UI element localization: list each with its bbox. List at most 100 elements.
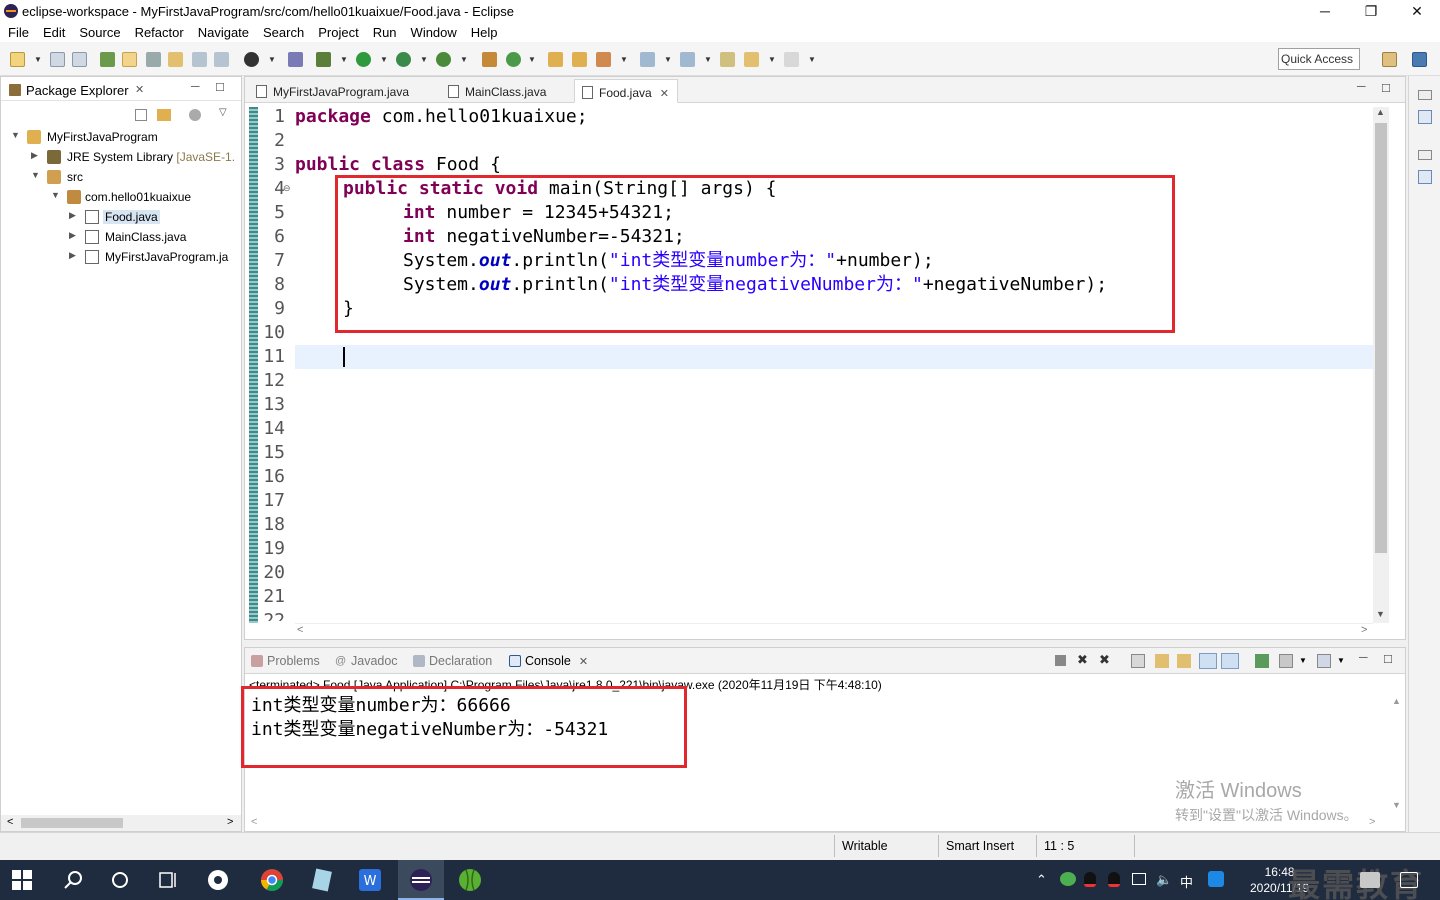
- vertical-scrollbar[interactable]: ▲ ▼: [1389, 696, 1405, 816]
- chevron-up-icon[interactable]: ⌃: [1036, 872, 1047, 888]
- toggle-icon[interactable]: [146, 52, 161, 67]
- chevron-down-icon[interactable]: ▼: [1376, 609, 1385, 619]
- notification-app-icon[interactable]: [1360, 872, 1380, 888]
- chevron-down-icon[interactable]: ▼: [268, 55, 276, 64]
- task-view-icon[interactable]: [108, 868, 132, 892]
- chevron-down-icon[interactable]: ▼: [528, 55, 536, 64]
- debug-icon[interactable]: [244, 52, 259, 67]
- tree-item-src[interactable]: ▼ src: [9, 168, 239, 186]
- chevron-down-icon[interactable]: ▼: [1299, 656, 1307, 665]
- chevron-down-icon[interactable]: ▼: [51, 190, 60, 200]
- collapse-all-icon[interactable]: [135, 109, 147, 121]
- terminate-icon[interactable]: [1055, 655, 1066, 666]
- outline-icon[interactable]: [1418, 110, 1432, 124]
- remove-all-icon[interactable]: ✖: [1099, 652, 1110, 668]
- maximize-view-icon[interactable]: ☐: [1383, 653, 1393, 666]
- save-icon[interactable]: [50, 52, 65, 67]
- menu-search[interactable]: Search: [255, 22, 310, 40]
- chevron-down-icon[interactable]: ▼: [11, 130, 20, 140]
- fold-icon[interactable]: ⊖: [283, 183, 291, 194]
- close-icon[interactable]: ✕: [135, 83, 144, 96]
- minimize-button[interactable]: ─: [1302, 0, 1348, 22]
- menu-navigate[interactable]: Navigate: [190, 22, 255, 40]
- search-icon[interactable]: [62, 868, 86, 892]
- view-menu-icon[interactable]: ▽: [219, 107, 227, 118]
- tab-problems[interactable]: Problems: [249, 654, 320, 668]
- new-class-icon[interactable]: [506, 52, 521, 67]
- bug-icon[interactable]: [316, 52, 331, 67]
- tree-item-project[interactable]: ▼ MyFirstJavaProgram: [9, 128, 239, 146]
- open-perspective-icon[interactable]: [1382, 52, 1397, 67]
- qq-icon[interactable]: [1108, 872, 1120, 887]
- open-console-icon[interactable]: [1317, 654, 1331, 668]
- wechat-icon[interactable]: [1060, 872, 1076, 886]
- chevron-down-icon[interactable]: ▼: [620, 55, 628, 64]
- search-icon[interactable]: [596, 52, 611, 67]
- menu-help[interactable]: Help: [463, 22, 504, 40]
- last-edit-icon[interactable]: [720, 52, 735, 67]
- tab-javadoc[interactable]: @ Javadoc: [333, 654, 398, 668]
- eclipse-taskbar-button[interactable]: [398, 860, 444, 900]
- close-icon[interactable]: ✕: [660, 88, 669, 100]
- chevron-down-icon[interactable]: ▼: [34, 55, 42, 64]
- prev-annotation-icon[interactable]: [680, 52, 695, 67]
- notepad-app-icon[interactable]: [310, 868, 334, 892]
- open-task-icon[interactable]: [572, 52, 587, 67]
- tab-console[interactable]: Console ✕: [507, 654, 588, 668]
- vertical-scrollbar[interactable]: ▲ ▼: [1373, 107, 1389, 623]
- new-package-icon[interactable]: [482, 52, 497, 67]
- menu-source[interactable]: Source: [71, 22, 126, 40]
- scrollbar-thumb[interactable]: [1375, 123, 1387, 553]
- coverage-icon[interactable]: [396, 52, 411, 67]
- horizontal-scrollbar[interactable]: < >: [249, 816, 1389, 830]
- horizontal-scrollbar[interactable]: < >: [295, 623, 1373, 639]
- menu-window[interactable]: Window: [403, 22, 463, 40]
- action-center-icon[interactable]: [1400, 872, 1418, 888]
- menu-run[interactable]: Run: [365, 22, 403, 40]
- chevron-down-icon[interactable]: ▼: [31, 170, 40, 180]
- search-app-icon[interactable]: [1208, 871, 1224, 887]
- tree-item-food[interactable]: ▶ Food.java: [9, 208, 239, 226]
- tree-item-myfirstjavaprogram[interactable]: ▶ MyFirstJavaProgram.ja: [9, 248, 239, 266]
- run-icon[interactable]: [356, 52, 371, 67]
- wps-writer-icon[interactable]: W: [358, 868, 382, 892]
- next-annotation-icon[interactable]: [640, 52, 655, 67]
- chevron-down-icon[interactable]: ▼: [1337, 656, 1345, 665]
- tab-myfirstjavaprogram[interactable]: MyFirstJavaProgram.java: [249, 79, 437, 103]
- menu-project[interactable]: Project: [310, 22, 364, 40]
- tab-food[interactable]: Food.java ✕: [574, 79, 678, 103]
- chevron-down-icon[interactable]: ▼: [460, 55, 468, 64]
- chevron-down-icon[interactable]: ▼: [420, 55, 428, 64]
- link-editor-icon[interactable]: [157, 109, 171, 121]
- chevron-right-icon[interactable]: >: [1369, 816, 1375, 828]
- tab-mainclass[interactable]: MainClass.java: [441, 79, 571, 103]
- block-selection-icon[interactable]: [168, 52, 183, 67]
- code-line[interactable]: public class Food {: [295, 153, 501, 177]
- remove-launch-icon[interactable]: ✖: [1077, 652, 1088, 668]
- mark-occurrences-icon[interactable]: [122, 52, 137, 67]
- open-type-icon[interactable]: [100, 52, 115, 67]
- quick-access-input[interactable]: Quick Access: [1278, 48, 1360, 70]
- open-folder-icon[interactable]: [548, 52, 563, 67]
- chevron-right-icon[interactable]: >: [1361, 624, 1367, 636]
- pin-console-icon[interactable]: [1255, 654, 1269, 668]
- show-whitespace-icon[interactable]: [214, 52, 229, 67]
- chevron-down-icon[interactable]: ▼: [1392, 800, 1401, 810]
- scrollbar-thumb[interactable]: [21, 818, 123, 828]
- maximize-view-icon[interactable]: ☐: [1381, 82, 1391, 95]
- tab-declaration[interactable]: Declaration: [411, 654, 492, 668]
- maximize-view-icon[interactable]: ☐: [215, 81, 225, 94]
- horizontal-scrollbar[interactable]: < >: [1, 815, 241, 831]
- skip-breakpoints-icon[interactable]: [288, 52, 303, 67]
- volume-icon[interactable]: 🔈: [1156, 872, 1172, 888]
- package-explorer-tab[interactable]: Package Explorer ✕ ─ ☐: [1, 77, 241, 101]
- chevron-down-icon[interactable]: ▼: [808, 55, 816, 64]
- code-line[interactable]: package com.hello01kuaixue;: [295, 105, 588, 129]
- network-icon[interactable]: [1132, 873, 1146, 885]
- menu-file[interactable]: File: [0, 22, 35, 40]
- chevron-left-icon[interactable]: <: [251, 816, 257, 828]
- chevron-right-icon[interactable]: ▶: [31, 150, 38, 161]
- timeline-icon[interactable]: [156, 868, 180, 892]
- restore-view-icon[interactable]: [1418, 150, 1432, 160]
- word-wrap-icon[interactable]: [1177, 654, 1191, 668]
